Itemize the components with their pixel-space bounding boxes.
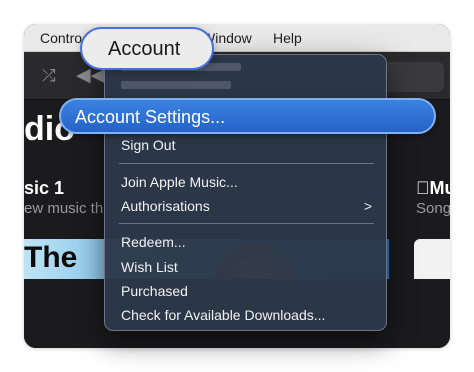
menu-item-sign-out[interactable]: Sign Out <box>121 137 175 153</box>
menu-item-account-settings[interactable]: Account Settings... <box>59 98 436 134</box>
apple-logo-icon:  <box>416 178 430 198</box>
menu-help[interactable]: Help <box>273 30 302 46</box>
apple-music-title: Mu <box>416 178 450 198</box>
menu-item-purchased[interactable]: Purchased <box>121 283 188 299</box>
menu-controls[interactable]: Contro <box>40 30 82 46</box>
menu-item-redeem[interactable]: Redeem... <box>121 234 186 250</box>
faded-item <box>121 81 231 89</box>
menu-item-join-apple-music[interactable]: Join Apple Music... <box>121 174 238 190</box>
menu-item-check-downloads[interactable]: Check for Available Downloads... <box>121 307 325 323</box>
account-menu: Sign Out Join Apple Music... Authorisati… <box>104 54 387 331</box>
menu-item-authorisations[interactable]: Authorisations <box>121 198 210 214</box>
account-menu-callout[interactable]: Account <box>80 27 214 70</box>
chevron-right-icon: > <box>363 198 372 214</box>
section-subtitle: ew music th <box>24 200 104 217</box>
search-field[interactable] <box>384 62 444 92</box>
card-title: The <box>24 241 78 274</box>
side-card[interactable] <box>414 239 450 279</box>
account-label: Account <box>108 38 181 60</box>
account-settings-label: Account Settings... <box>75 107 226 127</box>
menu-separator <box>119 223 374 224</box>
menu-item-wish-list[interactable]: Wish List <box>121 259 178 275</box>
apple-music-subtitle: Song <box>416 200 450 217</box>
menu-separator <box>119 163 374 164</box>
shuffle-icon[interactable]: ⤮ <box>42 66 56 86</box>
section-title: sic 1 <box>24 178 65 198</box>
